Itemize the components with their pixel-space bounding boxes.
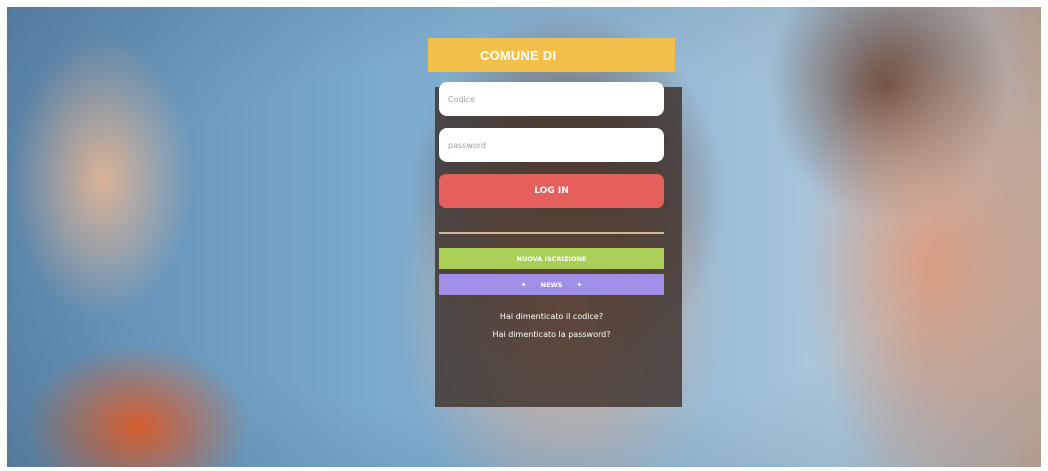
login-header: COMUNE DI [428,38,675,72]
news-button[interactable]: ✦ NEWS ✦ [439,274,664,295]
login-button-label: LOG IN [534,186,569,196]
new-registration-label: NUOVA ISCRIZIONE [516,254,587,263]
news-label: NEWS [540,280,563,289]
municipality-title: COMUNE DI [480,47,557,63]
star-icon: ✦ [520,280,527,289]
login-button[interactable]: LOG IN [439,174,664,208]
star-icon: ✦ [576,280,583,289]
background-photo [7,7,1041,467]
password-input[interactable] [439,128,664,162]
new-registration-button[interactable]: NUOVA ISCRIZIONE [439,248,664,269]
code-input[interactable] [439,82,664,116]
form-divider [439,232,664,234]
forgot-code-link[interactable]: Hai dimenticato il codice? [428,312,675,321]
forgot-password-link[interactable]: Hai dimenticato la password? [428,330,675,339]
